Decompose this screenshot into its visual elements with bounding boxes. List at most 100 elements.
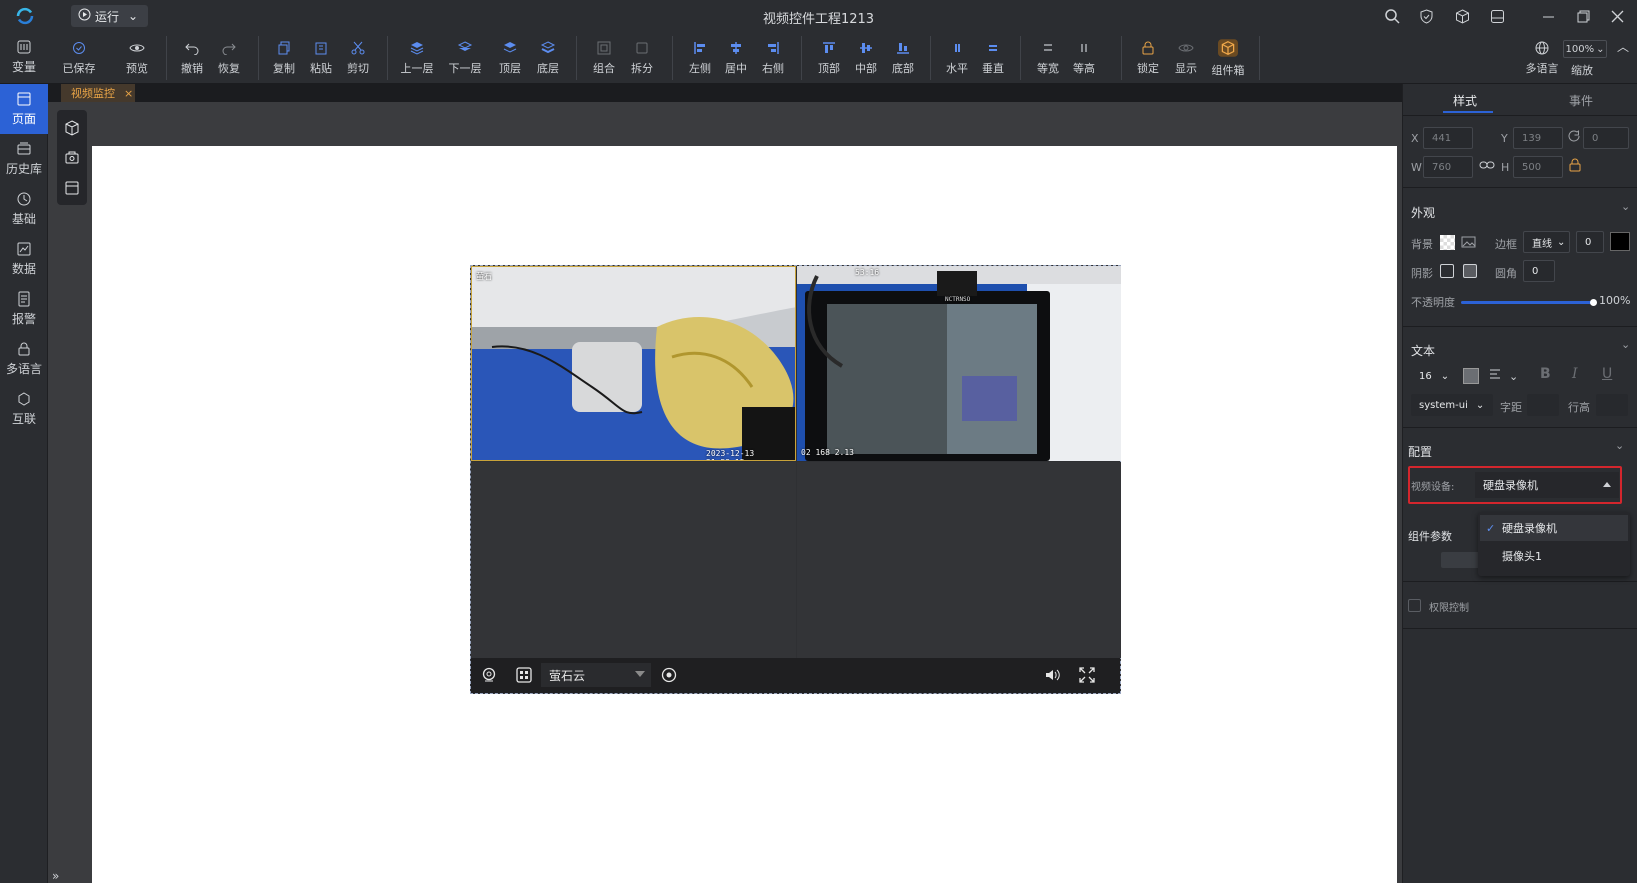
dropdown-option-dvr[interactable]: ✓ 硬盘录像机 [1480,515,1628,541]
preview-button[interactable]: 预览 [122,32,152,84]
text-color-swatch[interactable] [1463,368,1479,384]
italic-button[interactable]: I [1572,366,1578,382]
language-button[interactable]: 多语言 [1524,32,1560,84]
camera-view-4[interactable] [797,462,1121,658]
restore-icon[interactable] [1572,6,1594,26]
grid-layout-icon[interactable] [516,667,532,686]
align-top-button[interactable]: 顶部 [814,32,844,84]
search-icon[interactable] [1381,6,1403,26]
w-input[interactable]: 760 [1423,156,1473,178]
align-left-button[interactable]: 左侧 [685,32,715,84]
record-icon[interactable] [661,667,677,686]
distribute-vertical-button[interactable]: 垂直 [978,32,1008,84]
show-button[interactable]: 显示 [1171,32,1201,84]
zoom-select[interactable]: 100% ⌄ [1563,40,1607,58]
border-width-input[interactable]: 0 [1576,231,1604,253]
close-icon[interactable]: × [124,87,133,100]
letter-spacing-input[interactable] [1527,394,1559,416]
fullscreen-icon[interactable] [1079,667,1095,686]
border-color-swatch[interactable] [1610,232,1630,251]
tab-event[interactable]: 事件 [1569,92,1593,109]
expand-icon[interactable]: » [52,869,72,883]
font-size-select[interactable]: 16 ⌄ [1411,365,1454,387]
sidebar-item-history[interactable]: 历史库 [0,134,48,184]
layout-icon[interactable] [1486,6,1508,26]
copy-button[interactable]: 复制 [269,32,299,84]
image-icon[interactable] [64,150,80,166]
lock-button[interactable]: 锁定 [1133,32,1163,84]
align-center-button[interactable]: 居中 [721,32,751,84]
sidebar-item-pages[interactable]: 页面 [0,84,48,134]
border-style-select[interactable]: 直线 ⌄ [1523,231,1570,253]
component-box-button[interactable]: 组件箱 [1210,32,1246,84]
chevron-up-icon[interactable]: ︿ [1617,38,1631,54]
camera-view-3[interactable] [471,462,796,658]
video-device-select[interactable]: 硬盘录像机 [1475,472,1619,498]
shadow-outer-icon[interactable] [1440,264,1454,278]
minimize-icon[interactable] [1537,6,1559,26]
opacity-slider-track[interactable] [1461,299,1597,306]
align-right-button[interactable]: 右侧 [758,32,788,84]
text-align-select[interactable]: ⌄ [1489,368,1518,383]
chevron-down-icon[interactable]: ⌄ [1615,439,1624,452]
align-bottom-button[interactable]: 底部 [888,32,918,84]
equal-height-button[interactable]: 等高 [1069,32,1099,84]
video-source-select[interactable]: 萤石云 [541,663,651,687]
video-monitor-widget[interactable]: 萤石 2023-12-13 21:53:15 53:16 NCTRNSO 02 … [470,265,1121,694]
x-input[interactable]: 441 [1423,127,1473,149]
group-button[interactable]: 组合 [589,32,619,84]
save-button[interactable]: 已保存 [61,32,97,84]
y-input[interactable]: 139 [1513,127,1563,149]
redo-button[interactable]: 恢复 [214,32,244,84]
check-icon: ✓ [1486,521,1496,535]
transparent-swatch-icon[interactable] [1440,235,1455,250]
run-button[interactable]: 运行 ⌄ [71,5,148,27]
sidebar-item-basic[interactable]: 基础 [0,184,48,234]
volume-icon[interactable] [1044,667,1062,686]
shadow-inner-icon[interactable] [1463,264,1477,278]
layer-down-button[interactable]: 下一层 [447,32,483,84]
sidebar-item-data[interactable]: 数据 [0,234,48,284]
permission-checkbox[interactable] [1408,599,1421,612]
bottom-layer-button[interactable]: 底层 [533,32,563,84]
lock-icon[interactable] [1569,158,1581,175]
ungroup-button[interactable]: 拆分 [627,32,657,84]
distribute-horizontal-button[interactable]: 水平 [942,32,972,84]
opacity-slider-handle[interactable] [1590,299,1597,306]
close-icon[interactable] [1606,6,1628,26]
underline-button[interactable]: U [1602,366,1612,382]
paste-icon [315,42,327,54]
chevron-down-icon[interactable]: ⌄ [1621,338,1630,351]
align-middle-button[interactable]: 中部 [851,32,881,84]
dropdown-option-camera[interactable]: 摄像头1 [1480,543,1628,569]
link-icon[interactable] [1479,159,1495,174]
sidebar-item-variables[interactable]: 变量 [0,32,48,82]
bold-button[interactable]: B [1540,366,1551,382]
chevron-down-icon[interactable]: ⌄ [1621,200,1630,213]
camera-view-2[interactable]: 53:16 NCTRNSO 02 168 2.13 [797,266,1121,461]
undo-button[interactable]: 撤销 [177,32,207,84]
tab-video-monitor[interactable]: 视频监控 × [61,84,135,102]
rotation-input[interactable]: 0 [1583,127,1629,149]
camera-view-1[interactable]: 萤石 2023-12-13 21:53:15 [471,266,796,461]
image-icon[interactable] [1461,235,1476,252]
package-icon[interactable] [1451,6,1473,26]
line-height-input[interactable] [1596,394,1628,416]
sidebar-item-language[interactable]: 多语言 [0,334,48,384]
font-family-select[interactable]: system-ui ⌄ [1411,394,1493,416]
cut-button[interactable]: 剪切 [343,32,373,84]
sidebar-item-alarm[interactable]: 报警 [0,284,48,334]
camera-icon[interactable] [481,667,497,686]
paste-button[interactable]: 粘贴 [306,32,336,84]
radius-input[interactable]: 0 [1523,260,1555,282]
top-layer-button[interactable]: 顶层 [495,32,525,84]
cube-icon[interactable] [64,120,80,136]
equal-width-button[interactable]: 等宽 [1033,32,1063,84]
tab-style[interactable]: 样式 [1453,92,1477,109]
h-input[interactable]: 500 [1513,156,1563,178]
params-button[interactable] [1441,552,1481,568]
panel-icon[interactable] [64,180,80,196]
shield-icon[interactable] [1415,6,1437,26]
sidebar-item-interconnect[interactable]: 互联 [0,384,48,434]
layer-up-button[interactable]: 上一层 [399,32,435,84]
